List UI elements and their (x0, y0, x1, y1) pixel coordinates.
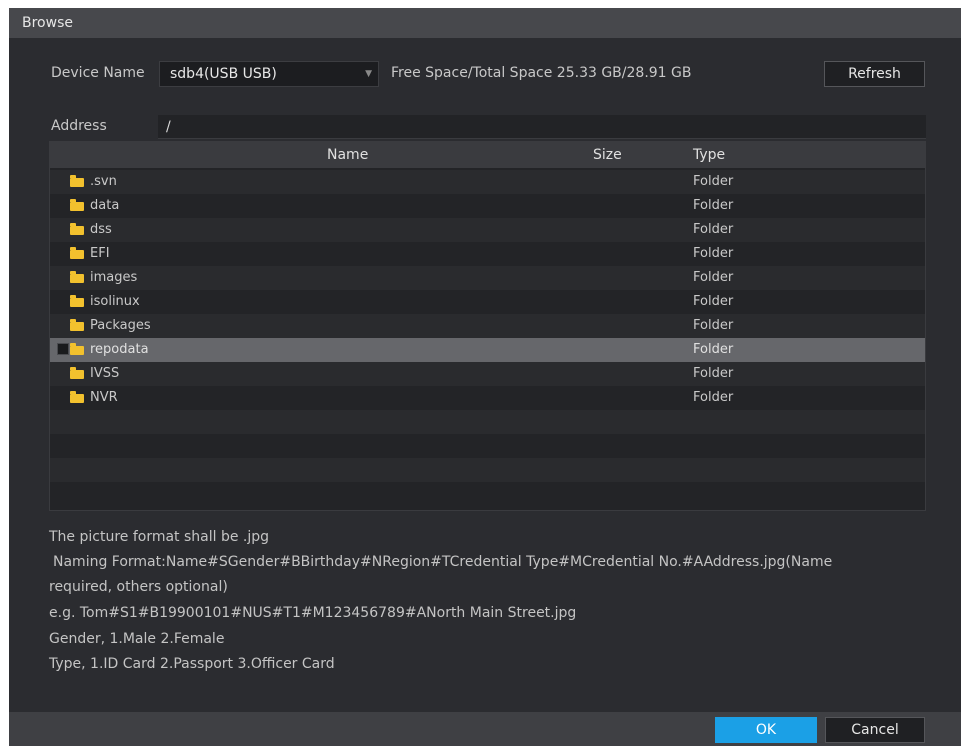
folder-icon (70, 319, 84, 331)
table-row[interactable]: IVSS Folder (50, 362, 925, 386)
table-row[interactable]: EFI Folder (50, 242, 925, 266)
file-type: Folder (693, 174, 734, 189)
info-format: The picture format shall be .jpg (49, 529, 270, 545)
file-type: Folder (693, 270, 734, 285)
folder-icon (70, 247, 84, 259)
address-field[interactable]: / (158, 115, 926, 139)
device-name-select[interactable]: sdb4(USB USB) ▼ (159, 61, 379, 87)
table-row[interactable]: NVR Folder (50, 386, 925, 410)
file-name: data (90, 198, 120, 213)
file-name: images (90, 270, 138, 285)
file-type: Folder (693, 390, 734, 405)
table-row[interactable]: dss Folder (50, 218, 925, 242)
file-type: Folder (693, 318, 734, 333)
device-name-value: sdb4(USB USB) (170, 66, 277, 82)
browse-dialog: Browse Device Name sdb4(USB USB) ▼ Free … (9, 8, 961, 746)
chevron-down-icon: ▼ (365, 69, 372, 79)
file-name: .svn (90, 174, 117, 189)
folder-icon (70, 367, 84, 379)
device-name-label: Device Name (51, 65, 145, 81)
refresh-button[interactable]: Refresh (824, 61, 925, 87)
file-name: dss (90, 222, 112, 237)
table-row[interactable]: repodata Folder (50, 338, 925, 362)
cancel-button[interactable]: Cancel (825, 717, 925, 743)
table-row[interactable]: isolinux Folder (50, 290, 925, 314)
file-table: Name Size Type .svn Folder data Folder dss Fo… (49, 141, 926, 511)
table-row[interactable]: images Folder (50, 266, 925, 290)
folder-icon (70, 199, 84, 211)
dialog-footer: OK Cancel (9, 712, 961, 746)
column-header-size[interactable]: Size (593, 142, 622, 168)
table-header: Name Size Type (50, 142, 925, 168)
dialog-title: Browse (9, 8, 961, 38)
empty-row (50, 434, 925, 458)
file-name: IVSS (90, 366, 120, 381)
address-label: Address (51, 118, 107, 134)
folder-icon (70, 391, 84, 403)
file-type: Folder (693, 222, 734, 237)
table-row[interactable]: data Folder (50, 194, 925, 218)
folder-icon (70, 343, 84, 355)
folder-icon (70, 175, 84, 187)
folder-icon (70, 223, 84, 235)
column-header-type[interactable]: Type (693, 142, 725, 168)
file-name: EFI (90, 246, 110, 261)
empty-row (50, 458, 925, 482)
file-name: isolinux (90, 294, 140, 309)
file-type: Folder (693, 342, 734, 357)
folder-icon (70, 295, 84, 307)
empty-row (50, 410, 925, 434)
file-type: Folder (693, 294, 734, 309)
file-type: Folder (693, 246, 734, 261)
file-type: Folder (693, 366, 734, 381)
file-name: repodata (90, 342, 149, 357)
space-info: Free Space/Total Space 25.33 GB/28.91 GB (391, 65, 692, 81)
info-type: Type, 1.ID Card 2.Passport 3.Officer Car… (49, 656, 335, 672)
ok-button[interactable]: OK (715, 717, 817, 743)
file-name: Packages (90, 318, 151, 333)
folder-icon (70, 271, 84, 283)
info-example: e.g. Tom#S1#B19900101#NUS#T1#M123456789#… (49, 605, 577, 621)
empty-row (50, 482, 925, 506)
file-name: NVR (90, 390, 118, 405)
column-header-name[interactable]: Name (327, 142, 368, 168)
table-row[interactable]: Packages Folder (50, 314, 925, 338)
row-checkbox[interactable] (57, 343, 69, 355)
table-row[interactable]: .svn Folder (50, 170, 925, 194)
file-type: Folder (693, 198, 734, 213)
info-naming-format-cont: required, others optional) (49, 579, 228, 595)
info-gender: Gender, 1.Male 2.Female (49, 631, 225, 647)
info-naming-format: Naming Format:Name#SGender#BBirthday#NRe… (53, 554, 833, 570)
